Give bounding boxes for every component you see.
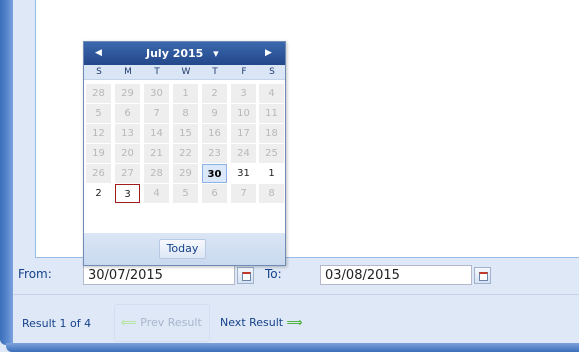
calendar-day[interactable]: 24	[231, 144, 256, 163]
calendar-day[interactable]: 26	[86, 164, 111, 183]
calendar-day[interactable]: 30	[144, 84, 169, 103]
prev-result-button[interactable]: ⟸ Prev Result	[114, 304, 210, 342]
calendar-day[interactable]: 15	[173, 124, 198, 143]
calendar-day[interactable]: 6	[202, 184, 227, 203]
result-summary: Result 1 of 4	[22, 317, 92, 330]
window-bottom-edge	[6, 343, 579, 352]
next-month-icon[interactable]: ▶	[262, 47, 275, 60]
calendar-day[interactable]: 19	[86, 144, 111, 163]
from-label: From:	[18, 267, 52, 281]
weekday-label: T	[212, 67, 218, 77]
to-label: To:	[265, 267, 282, 281]
calendar-day[interactable]: 28	[144, 164, 169, 183]
weekday-header-row: SMTWTFS	[84, 65, 285, 80]
to-calendar-icon[interactable]	[474, 267, 491, 284]
calendar-day[interactable]: 12	[86, 124, 111, 143]
window-left-edge	[0, 0, 13, 345]
month-year-label: July 2015	[146, 47, 204, 60]
calendar-day[interactable]: 29	[115, 84, 140, 103]
calendar-day[interactable]: 21	[144, 144, 169, 163]
calendar-day[interactable]: 1	[173, 84, 198, 103]
date-picker-footer: Today	[84, 233, 285, 265]
calendar-day[interactable]: 7	[231, 184, 256, 203]
weekday-label: F	[241, 67, 247, 77]
calendar-day[interactable]: 31	[231, 164, 256, 183]
weekday-label: T	[154, 67, 160, 77]
calendar-day[interactable]: 8	[173, 104, 198, 123]
calendar-day[interactable]: 2	[86, 184, 111, 203]
date-picker-header: ◀ July 2015 ▾ ▶	[84, 42, 285, 65]
calendar-day[interactable]: 18	[259, 124, 284, 143]
date-picker: ◀ July 2015 ▾ ▶ SMTWTFS 28 29 30 1 2 3 4 5 6 7 8 9 1…	[83, 41, 286, 266]
next-arrow-icon: ⟹	[286, 316, 303, 329]
calendar-day[interactable]: 14	[144, 124, 169, 143]
calendar-day[interactable]: 16	[202, 124, 227, 143]
calendar-day[interactable]: 17	[231, 124, 256, 143]
calendar-day[interactable]: 4	[144, 184, 169, 203]
weekday-label: M	[124, 67, 132, 77]
calendar-day[interactable]: 6	[115, 104, 140, 123]
calendar-day[interactable]: 29	[173, 164, 198, 183]
calendar-day[interactable]: 22	[173, 144, 198, 163]
calendar-day[interactable]: 3	[231, 84, 256, 103]
from-date-input[interactable]: 30/07/2015	[83, 265, 235, 285]
calendar-day[interactable]: 4	[259, 84, 284, 103]
calendar-day[interactable]: 3	[115, 184, 140, 203]
calendar-day[interactable]: 20	[115, 144, 140, 163]
calendar-day[interactable]: 30	[202, 164, 227, 183]
calendar-day[interactable]: 9	[202, 104, 227, 123]
from-calendar-icon[interactable]	[237, 267, 254, 284]
calendar-day[interactable]: 5	[86, 104, 111, 123]
prev-result-label: Prev Result	[140, 316, 202, 329]
prev-month-icon[interactable]: ◀	[92, 47, 105, 60]
next-result-button[interactable]: Next Result ⟹	[220, 304, 302, 342]
calendar-day[interactable]: 5	[173, 184, 198, 203]
calendar-day[interactable]: 13	[115, 124, 140, 143]
prev-arrow-icon: ⟸	[121, 316, 137, 329]
calendar-day[interactable]: 10	[231, 104, 256, 123]
calendar-day[interactable]: 25	[259, 144, 284, 163]
calendar-day[interactable]: 27	[115, 164, 140, 183]
calendar-day[interactable]: 2	[202, 84, 227, 103]
weekday-label: W	[181, 67, 191, 77]
to-date-input[interactable]: 03/08/2015	[320, 265, 472, 285]
result-bar: Result 1 of 4 ⟸ Prev Result Next Result …	[13, 295, 579, 343]
calendar-day[interactable]: 28	[86, 84, 111, 103]
calendar-day[interactable]: 23	[202, 144, 227, 163]
day-grid: 28 29 30 1 2 3 4 5 6 7 8 9 10 11 12 13 14 15 16 17 18 19 20 21 2…	[84, 80, 285, 233]
calendar-day[interactable]: 7	[144, 104, 169, 123]
month-year-button[interactable]: July 2015 ▾	[146, 47, 219, 60]
calendar-day[interactable]: 11	[259, 104, 284, 123]
next-result-label: Next Result	[220, 316, 284, 329]
calendar-day[interactable]: 8	[259, 184, 284, 203]
today-button[interactable]: Today	[159, 239, 206, 259]
calendar-day[interactable]: 1	[259, 164, 284, 183]
weekday-label: S	[96, 67, 102, 77]
chevron-down-icon: ▾	[213, 47, 219, 60]
weekday-label: S	[269, 67, 275, 77]
panel-strip	[13, 0, 35, 258]
